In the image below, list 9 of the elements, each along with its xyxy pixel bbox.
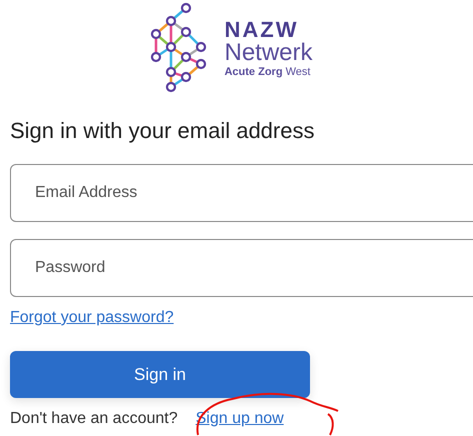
email-field[interactable]: Email Address [10,164,473,222]
logo-subtitle: Netwerk [224,40,313,64]
logo-tagline: Acute Zorg West [224,66,312,78]
forgot-password-link[interactable]: Forgot your password? [10,309,174,326]
signup-prompt: Don't have an account? [10,410,178,428]
password-field[interactable]: Password [10,239,473,297]
sign-in-button[interactable]: Sign in [10,351,310,398]
page-heading: Sign in with your email address [10,118,316,144]
logo-title: NAZW [224,18,300,40]
